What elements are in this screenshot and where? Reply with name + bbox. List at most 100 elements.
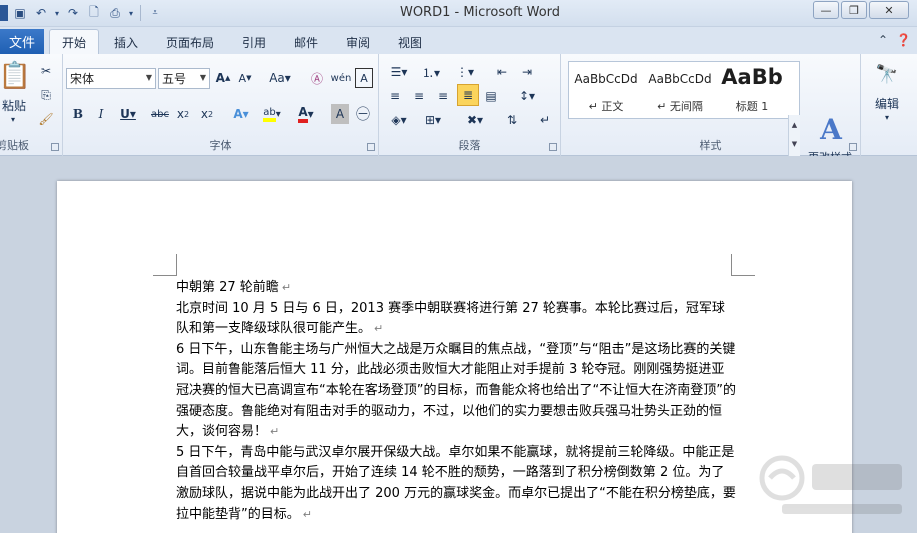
tab-page-layout[interactable]: 页面布局 [158, 31, 222, 54]
tab-file[interactable]: 文件 [0, 29, 44, 54]
decrease-indent-icon[interactable]: ⇤ [492, 62, 512, 82]
clipboard-launcher-icon[interactable] [51, 143, 59, 151]
change-case-icon[interactable]: Aa▾ [266, 68, 294, 88]
quick-access-toolbar: ▣ ↶ ▾ ↷ 🗋 ⎙ ▾ ⩡ [0, 3, 164, 23]
chevron-up-icon[interactable]: ▲ [792, 121, 797, 129]
chevron-down-icon[interactable]: ▼ [792, 140, 797, 148]
font-launcher-icon[interactable] [367, 143, 375, 151]
undo-icon[interactable]: ↶ [32, 4, 50, 22]
paragraph: 6 日下午，山东鲁能主场与广州恒大之战是万众瞩目的焦点战，“登顶”与“阻击”是这… [176, 340, 736, 443]
tab-review[interactable]: 审阅 [336, 31, 380, 54]
customize-qat-icon[interactable]: ⩡ [146, 4, 164, 22]
show-marks-icon[interactable]: ↵ [535, 110, 555, 130]
tab-mailings[interactable]: 邮件 [284, 31, 328, 54]
word-app-icon[interactable] [0, 5, 8, 21]
phonetic-guide-icon[interactable]: wén [331, 68, 352, 88]
document-body[interactable]: 中朝第 27 轮前瞻 ↵ 北京时间 10 月 5 日与 6 日，2013 赛季中朝… [176, 278, 736, 525]
dropdown-icon[interactable]: ▾ [53, 4, 61, 22]
paragraph-mark-icon: ↵ [270, 425, 280, 439]
clear-format-icon[interactable]: Ⓐ [307, 68, 327, 88]
superscript-icon[interactable]: x2 [197, 104, 217, 124]
find-icon[interactable]: 🔭 [873, 60, 901, 88]
highlight-icon[interactable]: ab ▾ [258, 104, 286, 124]
minimize-ribbon-icon[interactable]: ⌃ [878, 33, 888, 47]
underline-icon[interactable]: U▾ [115, 104, 141, 124]
tab-home[interactable]: 开始 [49, 29, 99, 54]
window-controls: — ❐ ✕ [813, 1, 909, 19]
editing-group: 🔭 编辑 ▾ [861, 54, 917, 156]
style-sample: AaBbCcDd [574, 72, 638, 86]
editing-label[interactable]: 编辑 [865, 94, 909, 112]
bullets-icon[interactable]: ☰▾ [385, 62, 413, 82]
multilevel-list-icon[interactable]: ⋮▾ [451, 62, 479, 82]
paragraph-group-label: 段落 [458, 139, 481, 152]
restore-button[interactable]: ❐ [841, 1, 867, 19]
style-sample: AaBb [721, 65, 783, 89]
paste-icon[interactable]: 📋 [0, 58, 31, 94]
paragraph-group: ☰▾ ⒈▾ ⋮▾ ⇤ ⇥ ≡ ≡ ≡ ≣ ▤ ↕▾ ◈▾ ⊞▾ ✖▾ ⇅ ↵ 段… [379, 54, 561, 156]
style-heading-1[interactable]: AaBb 标题 1 [717, 62, 787, 118]
paragraph-text: 5 日下午，青岛中能与武汉卓尔展开保级大战。卓尔如果不能赢球，就将提前三轮降级。… [176, 444, 736, 522]
increase-indent-icon[interactable]: ⇥ [517, 62, 537, 82]
style-sample: AaBbCcDd [648, 72, 712, 86]
sort-icon[interactable]: ⇅ [502, 110, 522, 130]
style-normal[interactable]: AaBbCcDd ↵ 正文 [569, 62, 643, 118]
font-name-combo[interactable]: 宋体 ▼ [66, 68, 156, 89]
borders-icon[interactable]: ⊞▾ [419, 110, 447, 130]
format-painter-icon[interactable]: 🖌 [36, 110, 56, 128]
font-size-combo[interactable]: 五号 ▼ [158, 68, 210, 89]
paragraph-text: 北京时间 10 月 5 日与 6 日，2013 赛季中朝联赛将进行第 27 轮赛… [176, 300, 725, 337]
paragraph-heading: 中朝第 27 轮前瞻 ↵ [176, 278, 736, 299]
char-border-icon[interactable]: A [355, 68, 373, 88]
subscript-icon[interactable]: x2 [173, 104, 193, 124]
line-spacing-icon[interactable]: ↕▾ [513, 86, 541, 106]
close-button[interactable]: ✕ [869, 1, 909, 19]
chevron-down-icon[interactable]: ▾ [879, 112, 895, 122]
font-group-label: 字体 [209, 139, 232, 152]
font-color-icon[interactable]: A ▾ [293, 104, 319, 124]
margin-mark-top-right [731, 254, 755, 276]
numbering-icon[interactable]: ⒈▾ [417, 62, 445, 82]
print-preview-icon[interactable]: 🗋 [85, 4, 103, 22]
italic-icon[interactable]: I [91, 104, 111, 124]
cut-icon[interactable]: ✂ [36, 62, 56, 80]
strikethrough-icon[interactable]: abc [149, 104, 171, 124]
style-name: ↵ 正文 [588, 100, 624, 113]
align-left-icon[interactable]: ≡ [385, 86, 405, 106]
dropdown-icon[interactable]: ▾ [127, 4, 135, 22]
copy-icon[interactable]: ⎘ [36, 86, 56, 104]
chinese-layout-icon[interactable]: ✖▾ [461, 110, 489, 130]
bold-icon[interactable]: B [68, 104, 88, 124]
clipboard-group: 📋 粘贴 ▾ ✂ ⎘ 🖌 剪贴板 [0, 54, 63, 156]
justify-icon[interactable]: ≣ [457, 84, 479, 106]
shrink-font-icon[interactable]: A ▼ [235, 68, 255, 88]
ribbon-tab-row: 文件 开始 插入 页面布局 引用 邮件 审阅 视图 ⌃ ❓ [0, 27, 917, 54]
tab-view[interactable]: 视图 [388, 31, 432, 54]
redo-icon[interactable]: ↷ [64, 4, 82, 22]
grow-font-icon[interactable]: A ▲ [213, 68, 233, 88]
align-right-icon[interactable]: ≡ [433, 86, 453, 106]
minimize-button[interactable]: — [813, 1, 839, 19]
ribbon: 📋 粘贴 ▾ ✂ ⎘ 🖌 剪贴板 宋体 ▼ 五号 ▼ A ▲ A ▼ Aa▾ Ⓐ w… [0, 54, 917, 176]
save-icon[interactable]: ▣ [11, 4, 29, 22]
help-icon[interactable]: ❓ [896, 33, 911, 47]
paste-dropdown-icon[interactable]: ▾ [6, 114, 20, 124]
paragraph-mark-icon: ↵ [302, 507, 312, 521]
char-shading-icon[interactable]: A [331, 104, 349, 124]
text-effects-icon[interactable]: A▾ [228, 104, 254, 124]
print-icon[interactable]: ⎙ [106, 4, 124, 22]
tab-insert[interactable]: 插入 [104, 31, 148, 54]
style-no-spacing[interactable]: AaBbCcDd ↵ 无间隔 [643, 62, 717, 118]
shading-icon[interactable]: ◈▾ [385, 110, 413, 130]
distributed-icon[interactable]: ▤ [481, 86, 501, 106]
styles-gallery: AaBbCcDd ↵ 正文 AaBbCcDd ↵ 无间隔 AaBb 标题 1 [568, 61, 800, 119]
enclose-char-icon[interactable]: ㊀ [353, 104, 373, 124]
font-name-value: 宋体 [70, 72, 95, 86]
change-styles-icon[interactable]: A [810, 112, 852, 146]
font-group: 宋体 ▼ 五号 ▼ A ▲ A ▼ Aa▾ Ⓐ wén A B I U▾ abc x… [63, 54, 379, 156]
paragraph-launcher-icon[interactable] [549, 143, 557, 151]
paste-button-label[interactable]: 粘贴 [0, 96, 28, 114]
paragraph-mark-icon: ↵ [374, 322, 384, 336]
align-center-icon[interactable]: ≡ [409, 86, 429, 106]
tab-references[interactable]: 引用 [232, 31, 276, 54]
